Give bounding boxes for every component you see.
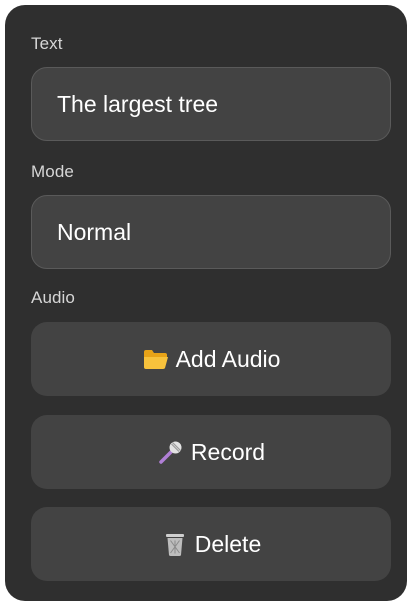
mode-select[interactable]: Normal [31,195,391,269]
audio-settings-panel: Text The largest tree Mode Normal Audio … [5,5,407,601]
add-audio-button[interactable]: Add Audio [31,322,391,396]
record-label: Record [190,438,266,465]
folder-icon [142,345,170,373]
delete-button[interactable]: Delete [31,507,391,581]
delete-label: Delete [194,530,262,557]
record-button[interactable]: Record [31,415,391,489]
microphone-icon [157,438,185,466]
mode-label: Mode [31,162,74,181]
audio-label: Audio [31,288,75,307]
text-input[interactable]: The largest tree [31,67,391,141]
add-audio-label: Add Audio [175,345,281,372]
text-label: Text [31,34,63,53]
trash-icon [161,530,189,558]
